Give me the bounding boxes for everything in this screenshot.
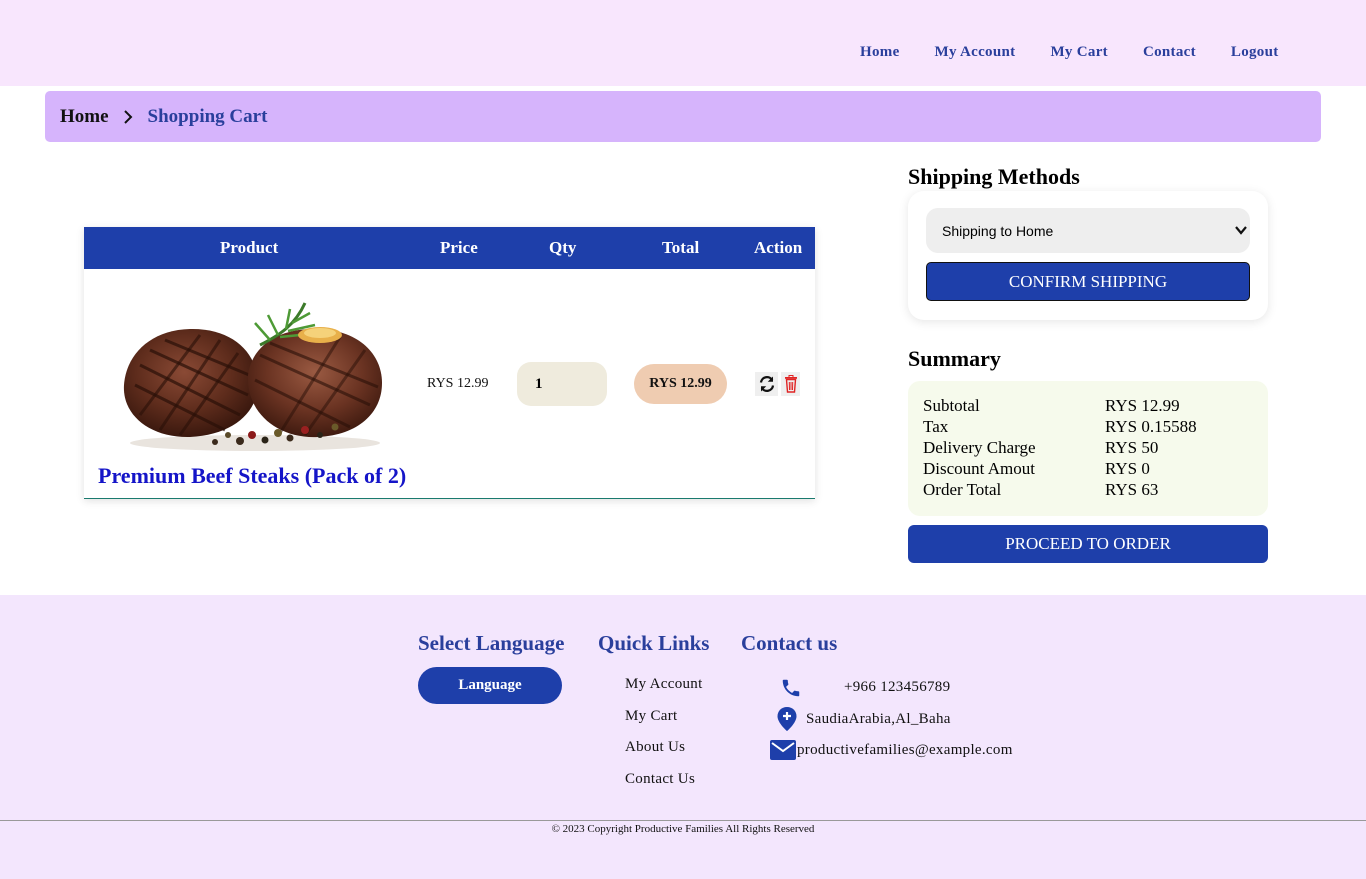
summary-value: RYS 12.99 <box>1105 396 1180 415</box>
contact-address: SaudiaArabia,Al_Baha <box>806 711 951 727</box>
summary-row-discount: Discount Amout RYS 0 <box>923 458 1268 479</box>
product-name-link[interactable]: Premium Beef Steaks (Pack of 2) <box>98 463 406 489</box>
shipping-method-select[interactable]: Shipping to Home <box>926 208 1250 253</box>
summary-row-delivery: Delivery Charge RYS 50 <box>923 437 1268 458</box>
language-button[interactable]: Language <box>418 667 562 704</box>
quantity-input[interactable] <box>517 362 607 406</box>
confirm-shipping-button[interactable]: CONFIRM SHIPPING <box>926 262 1250 301</box>
summary-value: RYS 50 <box>1105 438 1159 457</box>
breadcrumb-home-link[interactable]: Home <box>60 106 109 128</box>
update-item-button[interactable] <box>755 372 778 396</box>
summary-value: RYS 0 <box>1105 459 1150 478</box>
trash-icon <box>784 375 797 393</box>
shipping-card: Shipping to Home CONFIRM SHIPPING <box>908 191 1268 320</box>
phone-icon <box>779 676 803 700</box>
footer-link-contact-us[interactable]: Contact Us <box>625 771 695 788</box>
shipping-methods-title: Shipping Methods <box>908 164 1080 189</box>
item-price: RYS 12.99 <box>427 376 489 391</box>
delete-item-button[interactable] <box>781 372 800 396</box>
summary-row-tax: Tax RYS 0.15588 <box>923 416 1268 437</box>
nav-home-link[interactable]: Home <box>860 44 900 61</box>
summary-label: Discount Amout <box>923 459 1035 478</box>
nav-my-cart-link[interactable]: My Cart <box>1050 44 1108 61</box>
mail-icon <box>770 740 796 760</box>
summary-title: Summary <box>908 346 1001 371</box>
footer-link-about-us[interactable]: About Us <box>625 739 685 756</box>
proceed-to-order-button[interactable]: PROCEED TO ORDER <box>908 525 1268 563</box>
nav-contact-link[interactable]: Contact <box>1143 44 1196 61</box>
footer-link-my-account[interactable]: My Account <box>625 676 703 693</box>
nav-logout-link[interactable]: Logout <box>1231 44 1279 61</box>
column-header-qty: Qty <box>549 238 577 257</box>
summary-card: Subtotal RYS 12.99 Tax RYS 0.15588 Deliv… <box>908 381 1268 516</box>
column-header-price: Price <box>440 238 478 257</box>
chevron-right-icon <box>123 109 136 124</box>
contact-us-title: Contact us <box>741 631 838 655</box>
copyright-text: © 2023 Copyright Productive Families All… <box>551 823 815 835</box>
summary-label: Subtotal <box>923 396 980 415</box>
location-pin-icon <box>775 706 799 732</box>
refresh-icon <box>759 376 774 392</box>
summary-label: Tax <box>923 417 949 436</box>
summary-value: RYS 0.15588 <box>1105 417 1197 436</box>
summary-label: Order Total <box>923 480 1002 499</box>
column-header-action: Action <box>754 238 803 257</box>
footer: Select Language Language Quick Links My … <box>0 595 1366 879</box>
column-header-total: Total <box>662 238 700 257</box>
item-total: RYS 12.99 <box>634 364 727 404</box>
product-image <box>123 302 382 451</box>
contact-email[interactable]: productivefamilies@example.com <box>797 742 1013 759</box>
breadcrumb-current: Shopping Cart <box>147 105 268 127</box>
breadcrumb: Home Shopping Cart <box>45 91 1321 142</box>
quick-links-title: Quick Links <box>598 631 710 655</box>
top-header: Home My Account My Cart Contact Logout <box>0 0 1366 86</box>
select-language-title: Select Language <box>418 631 565 655</box>
summary-row-subtotal: Subtotal RYS 12.99 <box>923 395 1268 416</box>
footer-divider <box>0 820 1366 821</box>
main-nav: Home My Account My Cart Contact Logout <box>860 44 1314 61</box>
cart-table-header: Product Price Qty Total Action <box>84 227 815 269</box>
summary-row-order-total: Order Total RYS 63 <box>923 479 1268 500</box>
summary-value: RYS 63 <box>1105 480 1159 499</box>
cart-table: Product Price Qty Total Action RYS 12.99… <box>84 227 815 499</box>
column-header-product: Product <box>220 238 279 257</box>
contact-phone: +966 123456789 <box>844 679 951 695</box>
nav-my-account-link[interactable]: My Account <box>935 44 1016 61</box>
summary-label: Delivery Charge <box>923 438 1036 457</box>
footer-link-my-cart[interactable]: My Cart <box>625 708 678 725</box>
